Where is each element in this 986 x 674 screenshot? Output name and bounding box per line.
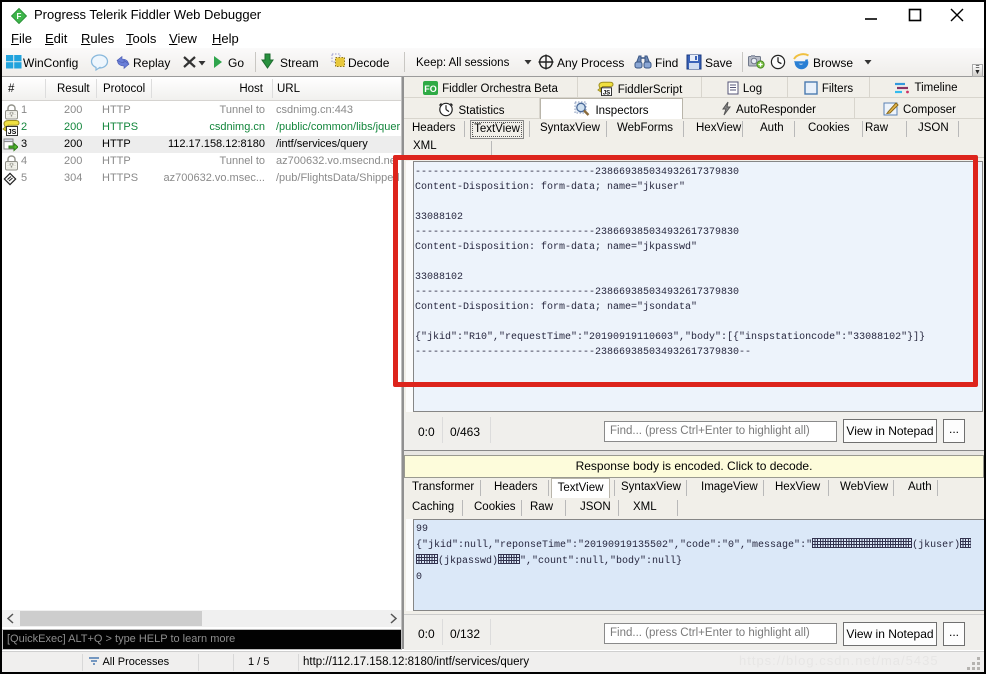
svg-text:FO: FO (424, 84, 437, 94)
svg-text:F: F (17, 12, 22, 21)
svg-text:JS: JS (603, 90, 610, 96)
svg-text:JS: JS (8, 129, 17, 136)
